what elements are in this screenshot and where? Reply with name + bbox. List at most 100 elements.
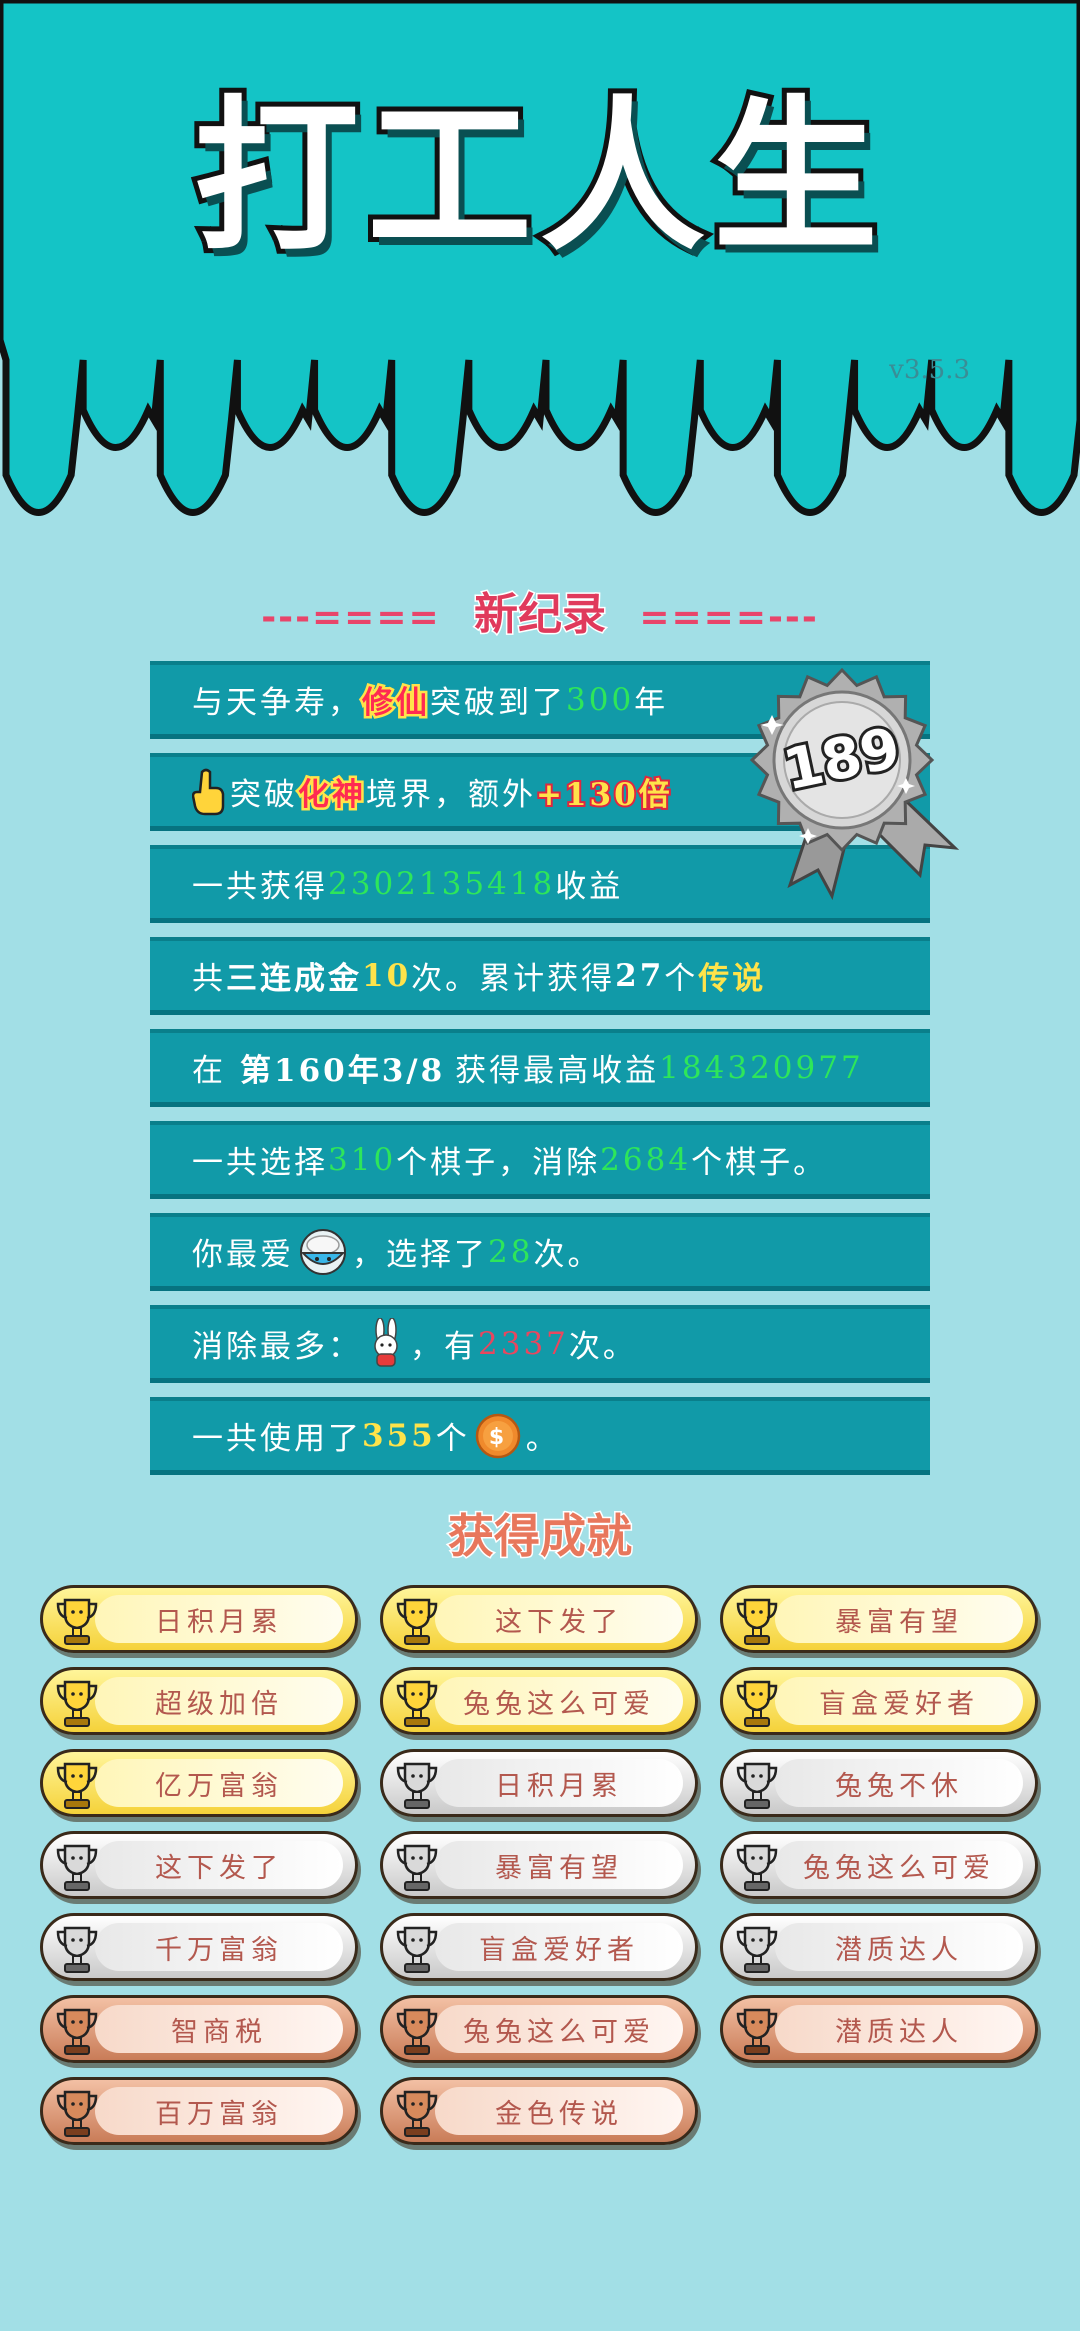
row-text: 次。累计获得 bbox=[411, 961, 616, 997]
trophy-icon bbox=[736, 1680, 778, 1727]
trophy-icon bbox=[396, 1680, 438, 1727]
trophy-icon bbox=[736, 1762, 778, 1809]
achievement-label: 金色传说 bbox=[435, 2087, 683, 2135]
achievement-label: 日积月累 bbox=[95, 1595, 343, 1643]
rabbit-icon bbox=[374, 1317, 398, 1367]
achievement-bronze[interactable]: 潜质达人 bbox=[720, 1995, 1038, 2063]
row-text: 共 bbox=[192, 961, 226, 997]
row-text: ，有 bbox=[410, 1329, 478, 1365]
row-number: 300 bbox=[566, 681, 635, 718]
achievement-label: 潜质达人 bbox=[775, 2005, 1023, 2053]
coin-icon: $ bbox=[475, 1413, 520, 1458]
achievement-gold[interactable]: 这下发了 bbox=[380, 1585, 698, 1653]
row-text: 一共获得 bbox=[192, 869, 328, 905]
achievement-gold[interactable]: 亿万富翁 bbox=[40, 1749, 358, 1817]
achievement-silver[interactable]: 兔兔这么可爱 bbox=[720, 1831, 1038, 1899]
trophy-icon bbox=[396, 1844, 438, 1891]
row-multiplier: +130倍 bbox=[534, 775, 673, 815]
achievement-gold[interactable]: 暴富有望 bbox=[720, 1585, 1038, 1653]
trophy-icon bbox=[396, 2090, 438, 2137]
achievement-label: 暴富有望 bbox=[435, 1841, 683, 1889]
row-text: 个棋子，消除 bbox=[396, 1145, 601, 1181]
row-highlight: 修仙 bbox=[360, 683, 430, 724]
record-row-triple: 共 三连成金 10 次。累计获得 27 个 传说 bbox=[150, 937, 930, 1015]
row-text: 突破到了 bbox=[430, 685, 566, 721]
trophy-icon bbox=[736, 1926, 778, 1973]
trophy-icon bbox=[396, 1926, 438, 1973]
row-number: 310 bbox=[328, 1141, 397, 1178]
row-text: 境界，额外 bbox=[366, 777, 536, 813]
achievement-label: 这下发了 bbox=[435, 1595, 683, 1643]
achievement-bronze[interactable]: 百万富翁 bbox=[40, 2077, 358, 2145]
row-number: 28 bbox=[488, 1233, 534, 1270]
row-text: 。 bbox=[525, 1421, 560, 1457]
row-number: 2302135418 bbox=[328, 865, 556, 902]
pointing-hand-icon bbox=[192, 768, 225, 815]
achievement-bronze[interactable]: 智商税 bbox=[40, 1995, 358, 2063]
record-row-pieces: 一共选择 310 个棋子，消除 2684 个棋子。 bbox=[150, 1121, 930, 1199]
trophy-icon bbox=[56, 2008, 98, 2055]
row-number: 184320977 bbox=[659, 1049, 864, 1086]
new-record-title: 新纪录 bbox=[473, 588, 608, 642]
row-number: 10 bbox=[362, 957, 412, 994]
trophy-icon bbox=[736, 2008, 778, 2055]
row-text: 在 bbox=[192, 1053, 226, 1089]
trophy-icon bbox=[396, 1598, 438, 1645]
row-text: 与天争寿， bbox=[192, 685, 362, 721]
achievement-gold[interactable]: 盲盒爱好者 bbox=[720, 1667, 1038, 1735]
achievement-label: 兔兔这么可爱 bbox=[435, 2005, 683, 2053]
row-text: ，选择了 bbox=[352, 1237, 488, 1273]
achievement-label: 亿万富翁 bbox=[95, 1759, 343, 1807]
achievement-label: 盲盒爱好者 bbox=[435, 1923, 683, 1971]
row-text: 你最爱 bbox=[192, 1237, 294, 1273]
row-number: 355 bbox=[362, 1417, 436, 1454]
row-number: 27 bbox=[615, 957, 665, 994]
achievement-label: 潜质达人 bbox=[775, 1923, 1023, 1971]
row-text: 个 bbox=[664, 961, 699, 997]
row-highlight: 化神 bbox=[296, 775, 366, 816]
record-row-coins: 一共使用了 355 个 $ 。 bbox=[150, 1397, 930, 1475]
trophy-icon bbox=[56, 2090, 98, 2137]
achievement-silver[interactable]: 兔兔不休 bbox=[720, 1749, 1038, 1817]
achievement-gold[interactable]: 兔兔这么可爱 bbox=[380, 1667, 698, 1735]
achievement-gold[interactable]: 超级加倍 bbox=[40, 1667, 358, 1735]
row-bold: 三连成金 bbox=[226, 961, 362, 997]
achievement-label: 这下发了 bbox=[95, 1841, 343, 1889]
achievement-silver[interactable]: 千万富翁 bbox=[40, 1913, 358, 1981]
trophy-icon bbox=[396, 2008, 438, 2055]
achievement-silver[interactable]: 日积月累 bbox=[380, 1749, 698, 1817]
rice-bowl-icon bbox=[300, 1228, 346, 1275]
row-bold: 第160年3/8 bbox=[240, 1053, 446, 1089]
svg-text:$: $ bbox=[489, 1425, 507, 1450]
row-number: 2337 bbox=[478, 1325, 569, 1362]
achievement-label: 超级加倍 bbox=[95, 1677, 343, 1725]
achievement-gold[interactable]: 日积月累 bbox=[40, 1585, 358, 1653]
achievement-bronze[interactable]: 金色传说 bbox=[380, 2077, 698, 2145]
achievement-label: 千万富翁 bbox=[95, 1923, 343, 1971]
achievement-silver[interactable]: 潜质达人 bbox=[720, 1913, 1038, 1981]
trophy-icon bbox=[56, 1598, 98, 1645]
achievement-label: 智商税 bbox=[95, 2005, 343, 2053]
achievement-silver[interactable]: 盲盒爱好者 bbox=[380, 1913, 698, 1981]
achievement-label: 百万富翁 bbox=[95, 2087, 343, 2135]
achievements-heading: 获得成就 bbox=[447, 1508, 634, 1565]
row-text: 一共选择 bbox=[192, 1145, 328, 1181]
achievement-silver[interactable]: 这下发了 bbox=[40, 1831, 358, 1899]
trophy-icon bbox=[56, 1844, 98, 1891]
trophy-icon bbox=[736, 1598, 778, 1645]
trophy-icon bbox=[56, 1926, 98, 1973]
row-text: 次。 bbox=[533, 1237, 602, 1273]
achievement-label: 兔兔这么可爱 bbox=[435, 1677, 683, 1725]
row-number: 2684 bbox=[600, 1141, 692, 1178]
trophy-icon bbox=[396, 1762, 438, 1809]
heading-deco-left: ---==== bbox=[261, 597, 441, 638]
achievement-label: 日积月累 bbox=[435, 1759, 683, 1807]
achievement-label: 暴富有望 bbox=[775, 1595, 1023, 1643]
achievement-label: 兔兔这么可爱 bbox=[775, 1841, 1023, 1889]
achievement-silver[interactable]: 暴富有望 bbox=[380, 1831, 698, 1899]
achievement-bronze[interactable]: 兔兔这么可爱 bbox=[380, 1995, 698, 2063]
record-row-favorite: 你最爱 ，选择了 28 次。 bbox=[150, 1213, 930, 1291]
badge-icon: 189 bbox=[749, 667, 960, 900]
row-text: 获得最高收益 bbox=[455, 1053, 660, 1089]
row-text: 年 bbox=[634, 685, 669, 721]
